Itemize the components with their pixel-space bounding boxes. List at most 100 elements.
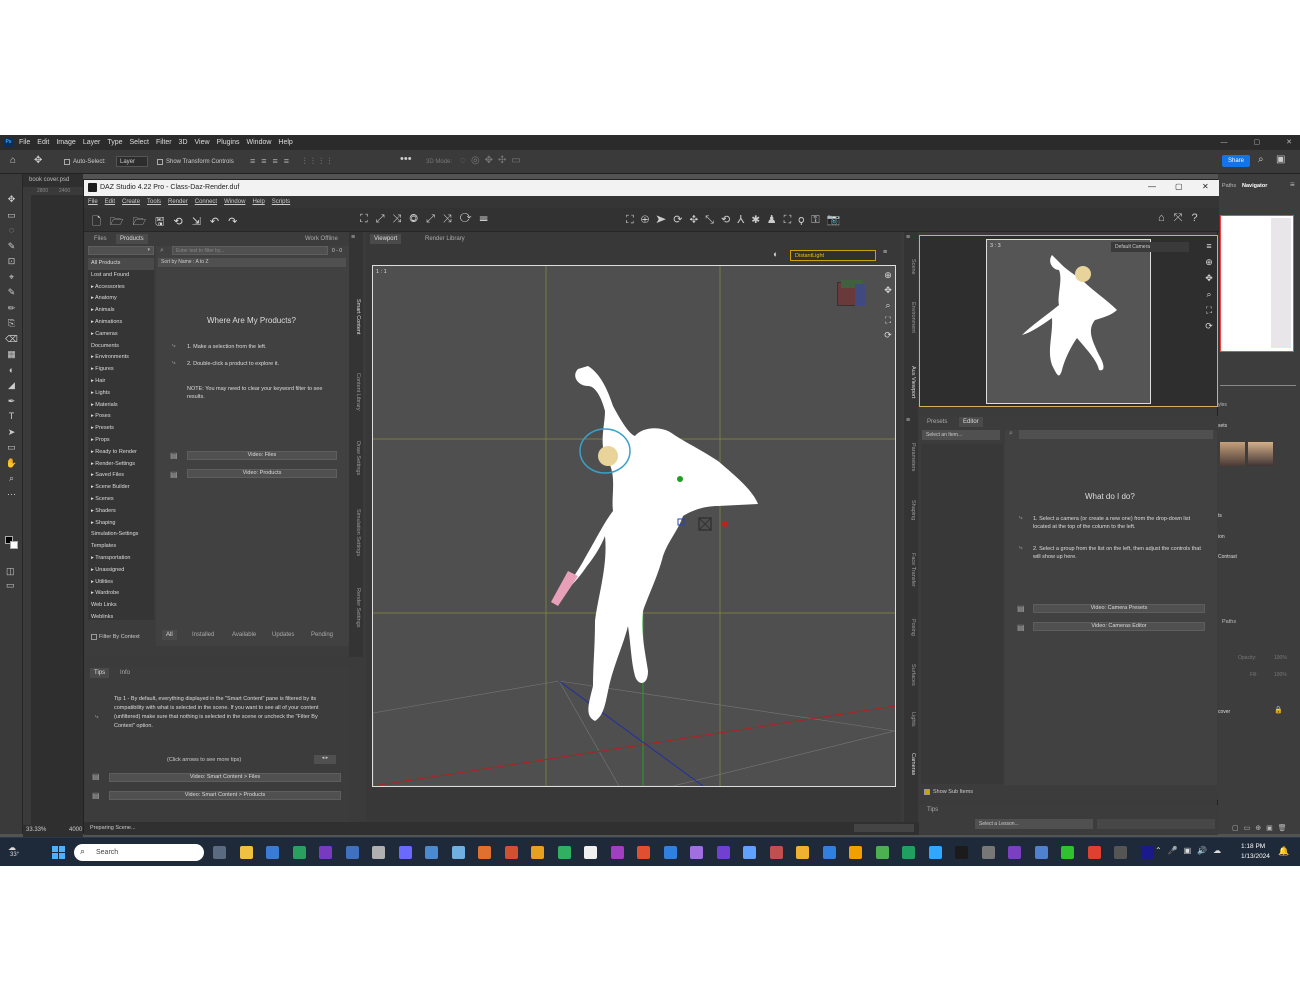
aux-viewport-canvas[interactable]: 3 : 3 Default Camera <box>986 239 1189 404</box>
category-item[interactable]: ▸ Presets <box>88 423 154 435</box>
paths-tab[interactable]: Paths <box>1222 183 1236 189</box>
tips-right-tab[interactable]: Tips <box>923 805 942 815</box>
taskbar-app-icon[interactable] <box>557 846 571 859</box>
navigator-zoom-slider[interactable] <box>1220 385 1296 386</box>
workspace-icon[interactable]: ▣ <box>1276 154 1285 165</box>
taskbar-app-icon[interactable] <box>955 846 968 859</box>
tips-tab[interactable]: Tips <box>90 668 110 678</box>
doc-tab[interactable]: book cover.psd <box>29 177 69 183</box>
daz-menu-create[interactable]: Create <box>122 199 140 205</box>
weather-icon[interactable]: ☁ <box>8 843 16 852</box>
taskbar-app-icon[interactable] <box>584 846 597 859</box>
category-item[interactable]: ▸ Poses <box>88 411 154 423</box>
daz-menu-help[interactable]: Help <box>252 199 264 205</box>
category-item[interactable]: ▸ Environments <box>88 352 154 364</box>
editor-tab[interactable]: Editor <box>959 417 983 427</box>
category-item[interactable]: Lost and Found <box>88 270 154 282</box>
tab-pending[interactable]: Pending <box>307 630 337 640</box>
ps-menu-file[interactable]: File <box>19 139 30 146</box>
category-item[interactable]: ▸ Render-Settings <box>88 459 154 471</box>
daz-menu-window[interactable]: Window <box>224 199 245 205</box>
auto-select-checkbox[interactable] <box>64 159 70 165</box>
category-item[interactable]: ▸ Wardrobe <box>88 588 154 600</box>
panel-menu-icon[interactable]: ≡ <box>906 234 910 241</box>
category-item[interactable]: Weblinks <box>88 612 154 624</box>
aux-camera-controls[interactable]: ≡ ⊕ ✥ ⌕ ⛶ ⟳ <box>1201 238 1217 334</box>
vtab-lights[interactable]: Lights <box>906 704 916 734</box>
taskbar-app-icon[interactable] <box>531 846 544 859</box>
light-bulb-icon[interactable]: ◐ <box>773 249 778 259</box>
video-sc-products-button[interactable]: Video: Smart Content > Products <box>109 791 341 800</box>
home-help-icons[interactable]: ⌂⤧? <box>1158 212 1207 225</box>
vtab-scene[interactable]: Scene <box>906 252 916 282</box>
taskbar-app-icon[interactable] <box>425 846 438 859</box>
category-item[interactable]: ▸ Materials <box>88 400 154 412</box>
taskbar-app-icon[interactable] <box>716 846 730 859</box>
category-item[interactable]: ▸ Scene Builder <box>88 482 154 494</box>
taskbar-app-icon[interactable] <box>478 846 491 859</box>
daz-close-icon[interactable]: ✕ <box>1202 182 1209 191</box>
search-icon[interactable]: ⌕ <box>1258 154 1264 165</box>
video-sc-files-button[interactable]: Video: Smart Content > Files <box>109 773 341 782</box>
vtab-surfaces[interactable]: Surfaces <box>906 655 916 695</box>
vtab-face-transfer[interactable]: Face Transfer <box>906 542 916 597</box>
file-toolbar-icons[interactable]: 🗋🗁🗁🖫⟲⇲↶↷ <box>92 213 246 232</box>
category-item[interactable]: ▸ Animals <box>88 305 154 317</box>
taskbar-app-icon[interactable] <box>1114 846 1127 859</box>
category-item[interactable]: ▸ Cameras <box>88 329 154 341</box>
viewport-canvas[interactable]: 1 : 1 ⊕ ✥ ⌕ ⛶ ⟳ <box>372 265 896 787</box>
category-item[interactable]: ▸ Utilities <box>88 577 154 589</box>
category-item[interactable]: ▸ Scenes <box>88 494 154 506</box>
taskbar-app-icon[interactable] <box>504 846 518 859</box>
select-item-dropdown[interactable]: Select an Item... <box>922 430 1000 440</box>
taskbar-app-icon[interactable] <box>398 846 412 859</box>
category-item[interactable]: ▸ Accessories <box>88 282 154 294</box>
daz-maximize-icon[interactable]: ▢ <box>1175 182 1183 191</box>
tip-arrows[interactable]: ◂ ▸ <box>314 755 336 764</box>
viewport-tab[interactable]: Viewport <box>370 234 402 244</box>
category-item[interactable]: ▸ Unassigned <box>88 565 154 577</box>
category-item[interactable]: ▸ Animations <box>88 317 154 329</box>
vtab-render-settings[interactable]: Render Settings <box>351 578 361 638</box>
category-item[interactable]: Templates <box>88 541 154 553</box>
files-tab[interactable]: Files <box>90 234 111 244</box>
align-icons[interactable]: ≡≡≡≡ ⫶⫶⫶⫶ <box>250 156 337 167</box>
category-item[interactable]: ▸ Anatomy <box>88 293 154 305</box>
video-cameras-editor-button[interactable]: Video: Cameras Editor <box>1033 622 1205 631</box>
ps-menu-filter[interactable]: Filter <box>156 139 172 146</box>
tab-installed[interactable]: Installed <box>188 630 218 640</box>
ps-menu-edit[interactable]: Edit <box>37 139 49 146</box>
navigator-tab[interactable]: Navigator <box>1242 183 1267 189</box>
scene-tool-icons[interactable]: ⛶⤢⤨◎⤢⤨⟳☰ <box>360 213 496 226</box>
vtab-smart-content[interactable]: Smart Content <box>351 287 361 347</box>
taskbar-app-icon[interactable] <box>928 846 942 859</box>
layers-bottom-icons[interactable]: ▢▭⊕▣🗑 <box>1218 824 1300 834</box>
ps-menu-3d[interactable]: 3D <box>179 139 188 146</box>
taskbar-app-icon[interactable] <box>796 846 809 859</box>
category-item[interactable]: ▸ Saved Files <box>88 470 154 482</box>
ps-close-icon[interactable]: ✕ <box>1286 135 1292 150</box>
vtab-aux-viewport[interactable]: Aux Viewport <box>906 357 916 407</box>
category-dropdown[interactable]: ▾ <box>88 246 154 255</box>
ps-tool-icons[interactable]: ✥ ▭ ◌ ✎ ⊡ ⌖ ✎ ✏ ⎘ ⌫ ▦ ◐ ◢ ✒ T ➤ ▭ ✋ ⌕ ⋯ <box>5 192 18 502</box>
taskbar-app-icon[interactable] <box>1008 846 1021 859</box>
vtab-draw-settings[interactable]: Draw Settings <box>351 428 361 488</box>
ps-minimize-icon[interactable]: — <box>1221 135 1228 150</box>
category-item[interactable]: ▸ Lights <box>88 388 154 400</box>
category-item[interactable]: ▸ Figures <box>88 364 154 376</box>
taskbar-app-icon[interactable] <box>1034 846 1048 859</box>
lesson-select[interactable]: Select a Lesson... <box>975 819 1093 829</box>
style-swatch-1[interactable] <box>1220 442 1245 466</box>
vtab-parameters[interactable]: Parameters <box>906 432 916 482</box>
tab-available[interactable]: Available <box>228 630 260 640</box>
taskbar-app-icon[interactable] <box>663 846 677 859</box>
background-color-swatch[interactable] <box>10 541 18 549</box>
daz-menu-connect[interactable]: Connect <box>195 199 217 205</box>
home-icon[interactable]: ⌂ <box>10 155 16 166</box>
panel-menu-icon[interactable]: ≡ <box>351 234 355 241</box>
daz-menu-render[interactable]: Render <box>168 199 188 205</box>
camera-filter-input[interactable] <box>1019 430 1213 439</box>
vtab-content-library[interactable]: Content Library <box>351 362 361 422</box>
taskbar-app-icon[interactable] <box>239 846 253 859</box>
taskbar-app-icon[interactable] <box>637 846 650 859</box>
